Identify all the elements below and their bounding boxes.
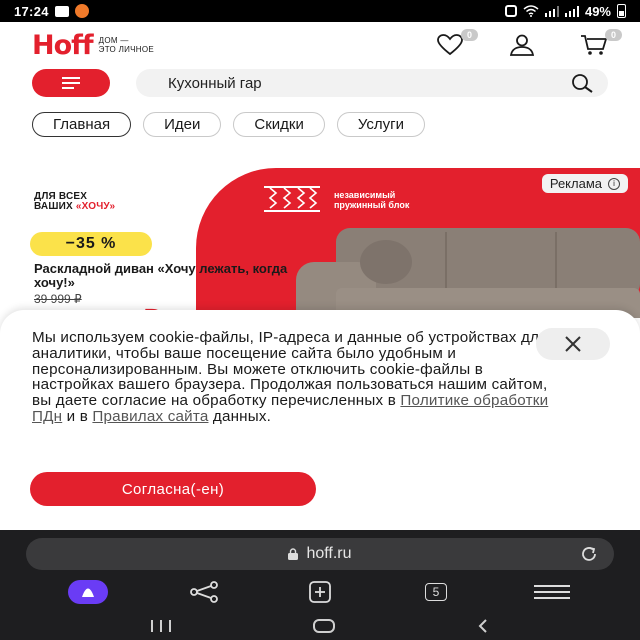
app-notification-icon bbox=[74, 4, 89, 18]
battery-percent: 49% bbox=[584, 3, 611, 19]
chip-discounts[interactable]: Скидки bbox=[233, 112, 325, 137]
agree-button[interactable]: Согласна(-ен) bbox=[30, 472, 316, 506]
status-bar: 17:24 49% bbox=[0, 0, 640, 22]
chip-home[interactable]: Главная bbox=[32, 112, 132, 137]
favorites-count: 0 bbox=[460, 29, 478, 41]
ad-label-text: Реклама bbox=[549, 176, 602, 191]
share-button[interactable] bbox=[184, 577, 224, 607]
back-icon[interactable] bbox=[475, 618, 491, 634]
tabs-count: 5 bbox=[425, 583, 447, 601]
browser-menu-button[interactable] bbox=[532, 577, 572, 607]
signal-icon-2 bbox=[564, 5, 579, 17]
share-icon bbox=[190, 581, 218, 603]
site-rules-link[interactable]: Правилах сайта bbox=[92, 408, 208, 425]
alice-button[interactable] bbox=[68, 577, 108, 607]
logo-tagline-line1: ДОМ — bbox=[98, 36, 129, 45]
slogan-line2a: ВАШИХ bbox=[34, 201, 76, 212]
cart-count: 0 bbox=[604, 29, 622, 41]
cookie-message-between: и в bbox=[62, 407, 93, 425]
profile-button[interactable] bbox=[506, 33, 538, 57]
browser-toolbar: hoff.ru 5 bbox=[0, 530, 640, 640]
sofa-image bbox=[296, 228, 640, 318]
ad-label[interactable]: Реклама i bbox=[541, 174, 628, 193]
close-icon bbox=[565, 336, 581, 352]
cookie-message-tail: данных. bbox=[208, 407, 272, 425]
system-nav-bar bbox=[0, 612, 640, 640]
alice-icon bbox=[68, 580, 108, 604]
browser-bottom-bar: 5 bbox=[0, 574, 640, 610]
logo-wordmark: Hoff bbox=[32, 29, 94, 61]
search-row: Кухонный гар bbox=[32, 68, 608, 98]
cart-icon bbox=[581, 35, 608, 55]
product-name: Раскладной диван «Хочу лежать, когда хоч… bbox=[34, 261, 288, 290]
favorites-button[interactable]: 0 bbox=[434, 29, 478, 57]
catalog-menu-button[interactable] bbox=[32, 69, 110, 97]
nav-chips: Главная Идеи Скидки Услуги bbox=[32, 112, 425, 137]
tabs-button[interactable]: 5 bbox=[416, 577, 456, 607]
battery-icon bbox=[617, 4, 626, 18]
heart-icon bbox=[437, 34, 463, 56]
address-bar[interactable]: hoff.ru bbox=[26, 538, 614, 570]
user-icon bbox=[509, 34, 535, 56]
logo-tagline-line2: ЭТО ЛИЧНОЕ bbox=[98, 45, 155, 54]
info-icon: i bbox=[608, 177, 620, 190]
logo-tagline: ДОМ — ЭТО ЛИЧНОЕ bbox=[99, 36, 154, 54]
feature-line1: независимый bbox=[334, 190, 396, 200]
lock-icon bbox=[288, 548, 299, 560]
cookie-close-button[interactable] bbox=[536, 328, 610, 360]
site-header: Hoff ДОМ — ЭТО ЛИЧНОЕ 0 0 bbox=[0, 22, 640, 68]
search-input[interactable]: Кухонный гар bbox=[136, 69, 608, 97]
hoff-logo[interactable]: Hoff ДОМ — ЭТО ЛИЧНОЕ bbox=[32, 30, 154, 61]
banner-feature: независимый пружинный блок bbox=[334, 190, 409, 210]
gallery-notification-icon bbox=[54, 5, 69, 17]
reload-icon[interactable] bbox=[578, 546, 600, 562]
cookie-message: Мы используем cookie-файлы, IP-адреса и … bbox=[32, 330, 552, 425]
signal-icon bbox=[544, 5, 559, 17]
spring-block-icon bbox=[264, 186, 320, 212]
hamburger-icon bbox=[62, 77, 80, 89]
chip-ideas[interactable]: Идеи bbox=[143, 112, 222, 137]
search-icon[interactable] bbox=[570, 73, 594, 93]
cart-button[interactable]: 0 bbox=[578, 29, 622, 57]
slogan-line2b: «ХОЧУ» bbox=[75, 201, 116, 212]
alarm-icon bbox=[504, 5, 517, 17]
search-query: Кухонный гар bbox=[168, 74, 262, 92]
banner-slogan: ДЛЯ ВСЕХ ВАШИХ «ХОЧУ» bbox=[34, 192, 115, 212]
recent-apps-icon[interactable] bbox=[149, 619, 173, 633]
status-time: 17:24 bbox=[14, 3, 49, 19]
new-tab-button[interactable] bbox=[300, 577, 340, 607]
plus-icon bbox=[309, 581, 331, 603]
wifi-icon bbox=[523, 5, 539, 17]
chip-services[interactable]: Услуги bbox=[336, 112, 425, 137]
url-text: hoff.ru bbox=[306, 545, 352, 562]
promo-banner[interactable]: Реклама i ДЛЯ ВСЕХ ВАШИХ «ХОЧУ» независи… bbox=[0, 168, 640, 318]
cookie-consent-sheet: Мы используем cookie-файлы, IP-адреса и … bbox=[0, 310, 640, 530]
feature-line2: пружинный блок bbox=[334, 200, 410, 210]
home-icon[interactable] bbox=[312, 618, 336, 634]
menu-icon bbox=[534, 585, 570, 599]
discount-badge: −35 % bbox=[30, 232, 152, 256]
